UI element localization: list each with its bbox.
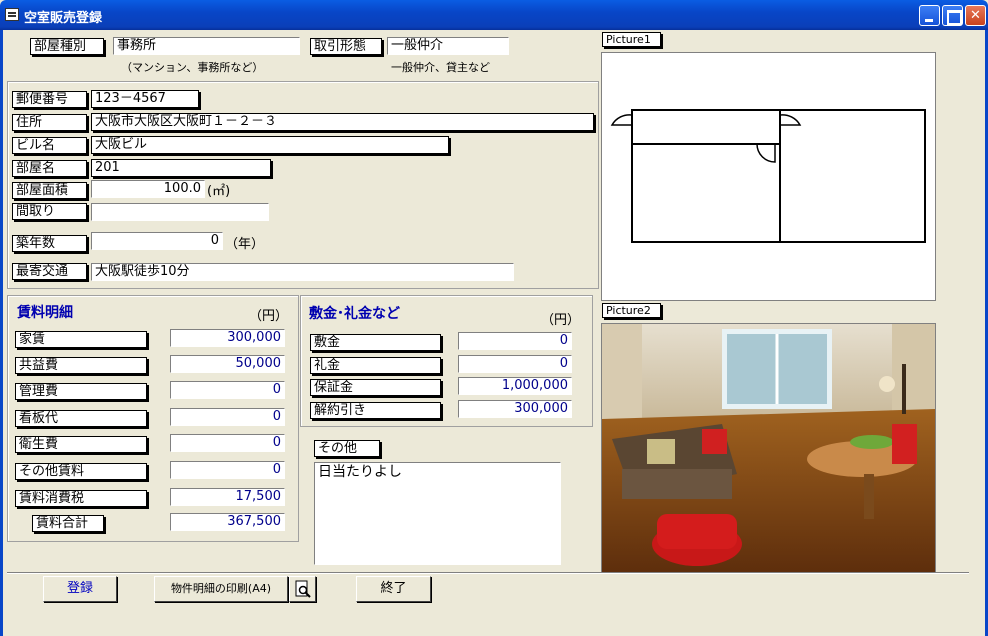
building-field[interactable]: 大阪ビル [91,136,449,154]
print-preview-button[interactable] [289,576,316,602]
form-icon [5,8,19,21]
area-label: 部屋面積 [12,182,87,199]
rent-item-field[interactable]: 0 [170,381,285,399]
rent-item-label: 賃料消費税 [15,490,147,507]
deposit-item-label: 保証金 [310,379,441,396]
deposit-item-label: 礼金 [310,357,441,374]
exit-button[interactable]: 終了 [356,576,431,602]
rent-item-label: 管理費 [15,383,147,400]
deposit-item-field[interactable]: 300,000 [458,400,572,418]
deposit-unit: （円） [541,313,581,328]
other-textarea[interactable]: 日当たりよし [314,462,561,565]
rent-total-label: 賃料合計 [32,515,104,532]
deposit-item-label: 解約引き [310,402,441,419]
transit-field[interactable]: 大阪駅徒歩10分 [91,263,514,281]
register-button[interactable]: 登録 [43,576,117,602]
room-type-label: 部屋種別 [30,38,104,55]
footer-divider [7,572,969,574]
close-button[interactable]: ✕ [965,5,986,26]
living-room-photo [602,324,935,572]
rent-item-field[interactable]: 0 [170,461,285,479]
room-name-field[interactable]: 201 [91,159,271,177]
form-body: 部屋種別 事務所 （マンション、事務所など） 取引形態 一般仲介 一般仲介、貸主… [0,30,988,636]
age-label: 築年数 [12,235,87,252]
rent-unit: （円） [249,309,289,324]
rent-item-field[interactable]: 50,000 [170,355,285,373]
rent-item-field[interactable]: 17,500 [170,488,285,506]
title-bar: 空室販売登録 ✕ [0,0,988,30]
layout-field[interactable] [91,203,269,221]
age-unit: （年） [225,237,265,252]
transit-label: 最寄交通 [12,263,87,280]
building-label: ビル名 [12,137,87,154]
floor-plan-drawing [610,109,926,243]
print-button[interactable]: 物件明細の印刷(A4) [154,576,288,602]
rent-total-field[interactable]: 367,500 [170,513,285,531]
address-label: 住所 [12,114,87,131]
rent-item-field[interactable]: 0 [170,434,285,452]
rent-item-label: 共益費 [15,357,147,374]
deposit-item-field[interactable]: 0 [458,332,572,350]
rent-item-field[interactable]: 0 [170,408,285,426]
age-field[interactable]: 0 [91,232,223,250]
rent-item-label: 家賃 [15,331,147,348]
deal-type-field[interactable]: 一般仲介 [387,37,509,55]
window-title: 空室販売登録 [24,11,103,26]
deposit-item-field[interactable]: 1,000,000 [458,377,572,395]
preview-magnifier-icon [295,580,311,598]
deposit-item-field[interactable]: 0 [458,355,572,373]
area-unit: (㎡) [207,184,231,199]
address-field[interactable]: 大阪市大阪区大阪町１－２－３ [91,113,594,131]
deposit-title: 敷金･礼金など [309,306,400,322]
minimize-button[interactable] [919,5,940,26]
room-type-note: （マンション、事務所など） [121,61,264,74]
rent-item-label: その他賃料 [15,463,147,480]
rent-title: 賃料明細 [17,305,73,321]
picture1-label: Picture1 [602,32,661,47]
rent-item-label: 看板代 [15,410,147,427]
rent-item-label: 衛生費 [15,436,147,453]
postal-label: 郵便番号 [12,91,87,108]
maximize-button[interactable] [942,5,963,26]
other-label: その他 [314,440,380,457]
area-field[interactable]: 100.0 [91,180,205,198]
postal-field[interactable]: 123－4567 [91,90,199,108]
room-type-field[interactable]: 事務所 [113,37,300,55]
rent-item-field[interactable]: 300,000 [170,329,285,347]
picture2-label: Picture2 [602,303,661,318]
room-name-label: 部屋名 [12,160,87,177]
deposit-item-label: 敷金 [310,334,441,351]
deal-type-label: 取引形態 [310,38,382,55]
room-photo-image [601,323,936,573]
floor-plan-image [601,52,936,301]
deal-type-note: 一般仲介、貸主など [391,61,490,74]
layout-label: 間取り [12,203,87,220]
